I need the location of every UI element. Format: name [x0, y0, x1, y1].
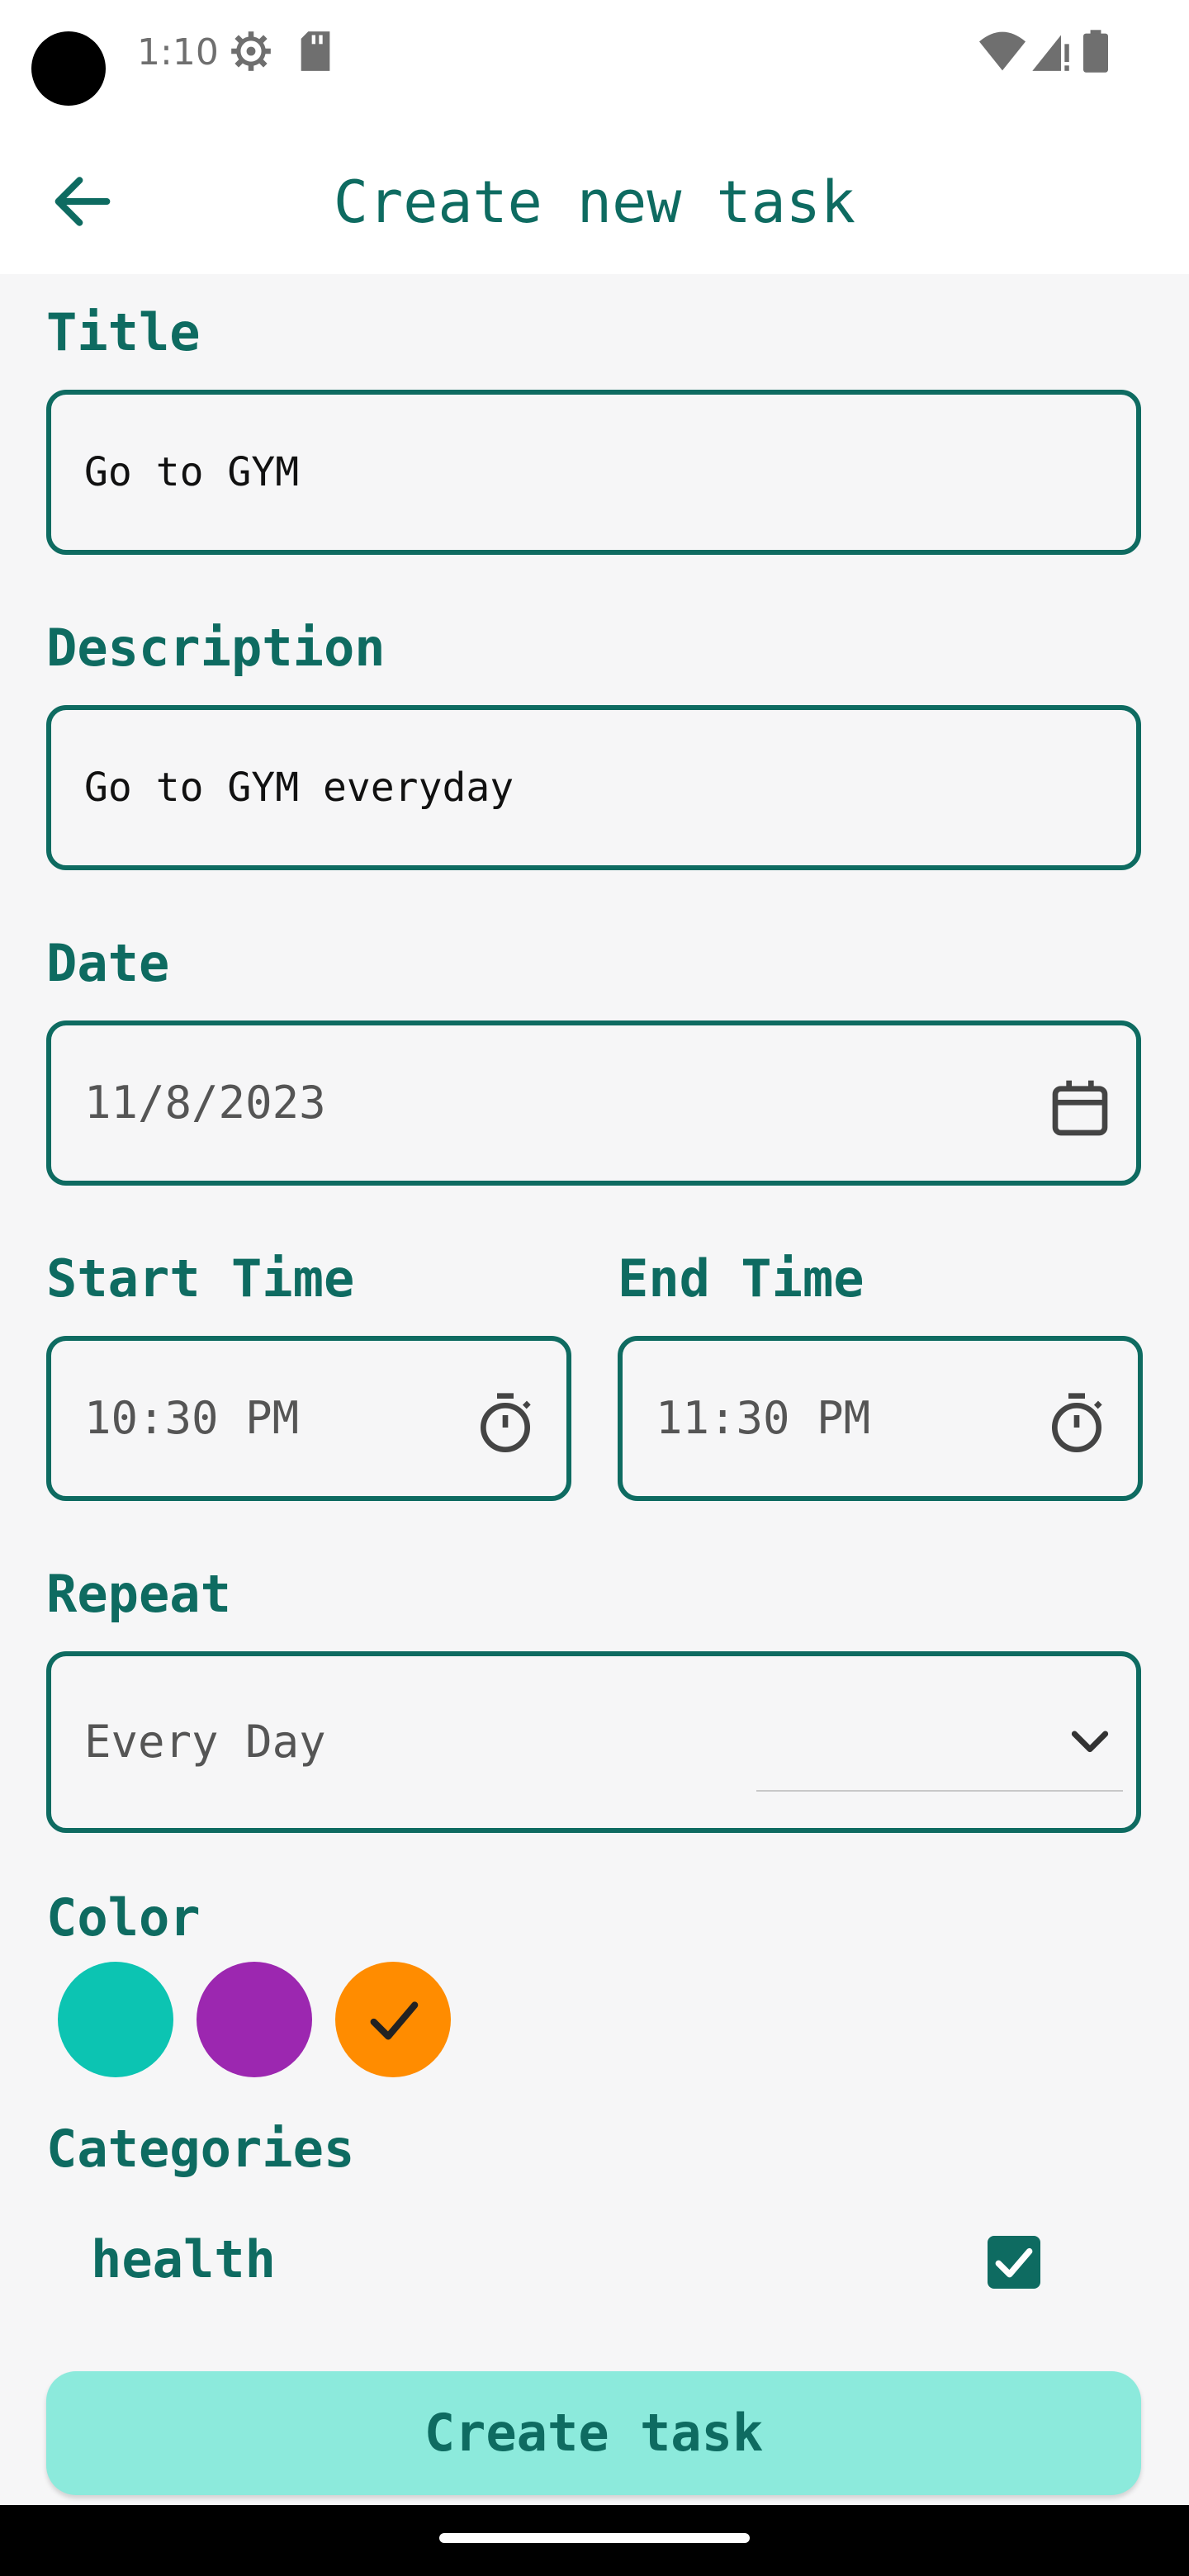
stopwatch-icon[interactable]	[472, 1390, 538, 1456]
date-label: Date	[46, 933, 170, 993]
create-task-button[interactable]: Create task	[46, 2371, 1141, 2495]
date-value[interactable]: 11/8/2023	[84, 1025, 326, 1181]
end-time-field[interactable]: 11:30 PM	[618, 1336, 1143, 1501]
start-time-field[interactable]: 10:30 PM	[46, 1336, 571, 1501]
color-swatch[interactable]	[58, 1962, 173, 2077]
categories-label: Categories	[46, 2119, 355, 2179]
category-checkbox[interactable]	[988, 2236, 1040, 2289]
wifi-icon	[979, 31, 1026, 71]
cell-signal-icon	[1032, 35, 1069, 71]
status-bar: 1:10	[0, 0, 1189, 132]
stopwatch-icon[interactable]	[1044, 1390, 1110, 1456]
description-field[interactable]: Go to GYM everyday	[46, 705, 1141, 870]
home-handle[interactable]	[439, 2533, 750, 2543]
description-label: Description	[46, 618, 386, 678]
end-time-label: End Time	[618, 1248, 865, 1309]
end-time-value[interactable]: 11:30 PM	[656, 1341, 870, 1496]
description-input-value[interactable]: Go to GYM everyday	[84, 710, 514, 865]
repeat-dropdown[interactable]: Every Day	[46, 1651, 1141, 1833]
navigation-bar	[0, 2505, 1189, 2576]
dropdown-underline	[756, 1790, 1123, 1792]
title-field[interactable]: Go to GYM	[46, 390, 1141, 555]
color-swatch[interactable]	[197, 1962, 312, 2077]
app-bar: Create new task	[0, 132, 1189, 274]
page-title: Create new task	[333, 168, 856, 236]
settings-icon	[231, 31, 271, 71]
chevron-down-icon[interactable]	[1063, 1714, 1116, 1767]
start-time-label: Start Time	[46, 1248, 355, 1309]
color-label: Color	[46, 1887, 201, 1948]
category-item-health[interactable]: health	[91, 2229, 276, 2290]
checkmark-icon	[370, 2001, 419, 2040]
camera-cutout	[31, 31, 106, 106]
date-field[interactable]: 11/8/2023	[46, 1020, 1141, 1186]
repeat-label: Repeat	[46, 1564, 231, 1624]
checkmark-icon	[995, 2247, 1033, 2278]
repeat-value[interactable]: Every Day	[84, 1656, 326, 1828]
color-swatch[interactable]	[335, 1962, 451, 2077]
start-time-value[interactable]: 10:30 PM	[84, 1341, 299, 1496]
sd-card-icon	[301, 31, 330, 71]
status-time: 1:10	[137, 31, 219, 73]
title-label: Title	[46, 302, 201, 362]
calendar-icon[interactable]	[1047, 1075, 1113, 1141]
battery-icon	[1083, 30, 1108, 73]
title-input-value[interactable]: Go to GYM	[84, 395, 299, 550]
